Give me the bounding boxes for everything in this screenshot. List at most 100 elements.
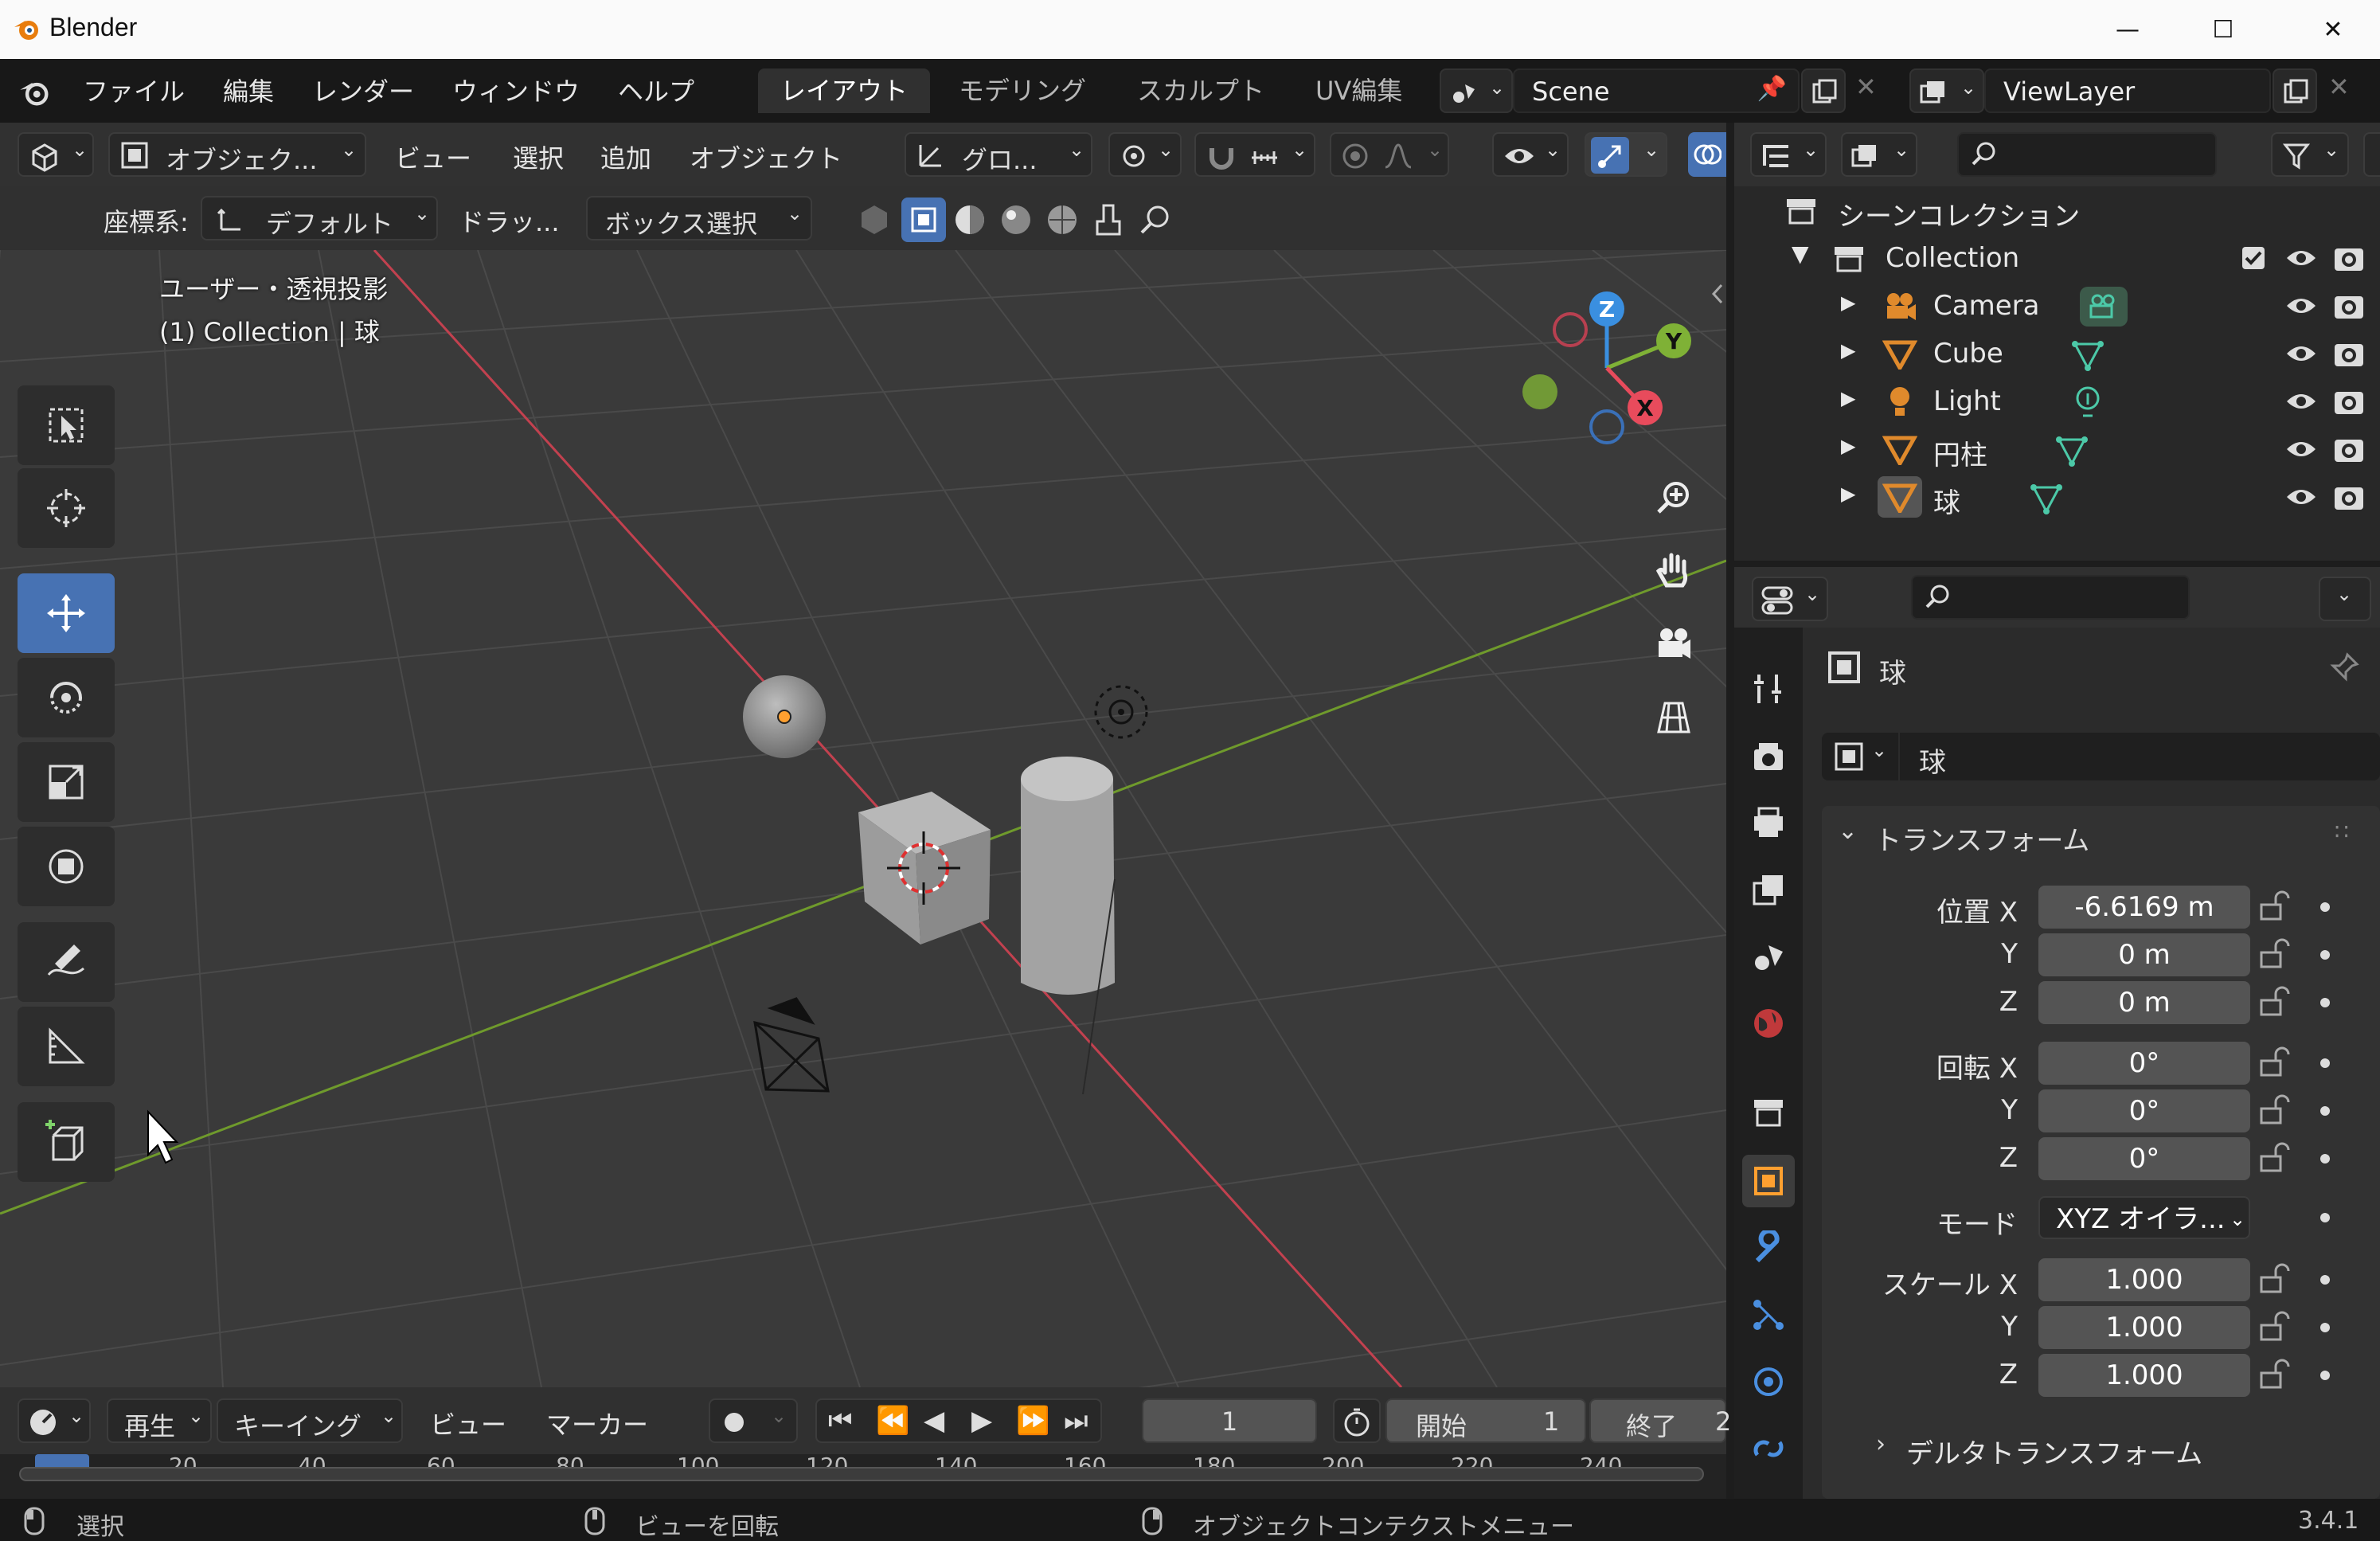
properties-search-input[interactable] — [1911, 575, 2190, 620]
maximize-button[interactable]: ☐ — [2175, 0, 2271, 59]
zoom-button[interactable] — [1640, 463, 1707, 530]
shading-material-icon[interactable] — [999, 202, 1034, 237]
camera-data-badge[interactable] — [2080, 287, 2128, 327]
sidebar-toggle-icon[interactable] — [1710, 282, 1726, 306]
timeline-editor[interactable]: ⌄ 再生 ⌄ キーイング ⌄ ビュー マーカー ⌄ ⏮ ⏪ ◀ ▶ ⏩ ⏭ 1 — [0, 1387, 1731, 1499]
properties-editor-type-button[interactable]: ⌄ — [1752, 577, 1828, 621]
eye-icon[interactable] — [2285, 291, 2317, 320]
ortho-toggle-button[interactable] — [1640, 683, 1707, 750]
pan-button[interactable] — [1640, 537, 1707, 604]
lock-icon[interactable] — [2258, 1094, 2290, 1126]
tab-world[interactable] — [1742, 997, 1795, 1050]
timeline-menu-marker[interactable]: マーカー — [546, 1405, 648, 1441]
outliner[interactable]: ⌄ ⌄ ⌄ シーンコレクション ▼ Collection ▶ Camera ▶ … — [1734, 123, 2380, 561]
minimize-button[interactable]: — — [2080, 0, 2175, 59]
expand-arrow-icon[interactable]: ▶ — [1841, 483, 1855, 505]
keyframe-dot[interactable] — [2320, 1106, 2330, 1116]
menu-window[interactable]: ウィンドウ — [452, 72, 580, 108]
outliner-scene-collection[interactable]: シーンコレクション — [1734, 186, 2380, 234]
gizmo-button[interactable]: ⌄ — [1585, 132, 1667, 177]
outliner-editor-type-button[interactable]: ⌄ — [1750, 132, 1827, 177]
menu-object[interactable]: オブジェクト — [690, 139, 842, 175]
end-frame-field[interactable]: 終了 2 — [1589, 1398, 1731, 1443]
timeline-menu-view[interactable]: ビュー — [430, 1405, 506, 1441]
filter-button[interactable]: ⌄ — [2271, 132, 2349, 177]
tool-measure[interactable] — [18, 1007, 115, 1086]
eye-icon[interactable] — [2285, 483, 2317, 511]
timeline-editor-type-button[interactable]: ⌄ — [18, 1398, 91, 1443]
keyframe-dot[interactable] — [2320, 998, 2330, 1007]
lock-icon[interactable] — [2258, 1359, 2290, 1390]
tab-render[interactable] — [1742, 729, 1795, 782]
timeline-scrollbar[interactable] — [19, 1467, 1704, 1481]
keyframe-dot[interactable] — [2320, 1323, 2330, 1332]
camera-view-button[interactable] — [1640, 610, 1707, 677]
outliner-item-camera[interactable]: ▶ Camera — [1734, 282, 2380, 330]
mesh-data-icon[interactable] — [2072, 339, 2104, 371]
shading-rendered-icon[interactable] — [1045, 202, 1080, 237]
menu-view[interactable]: ビュー — [395, 139, 471, 175]
lock-icon[interactable] — [2258, 890, 2290, 922]
drag-action-selector[interactable]: ボックス選択 ⌄ — [586, 196, 812, 241]
shading-solid-icon[interactable] — [952, 202, 987, 237]
properties-options-button[interactable]: ⌄ — [2319, 577, 2371, 621]
menu-select[interactable]: 選択 — [513, 139, 564, 175]
tool-select-box[interactable] — [18, 385, 115, 465]
pin-icon[interactable]: 📌 — [1757, 75, 1787, 103]
expand-arrow-icon[interactable]: ▼ — [1792, 241, 1809, 267]
menu-edit[interactable]: 編集 — [223, 72, 274, 108]
delete-viewlayer-icon[interactable]: ✕ — [2328, 72, 2350, 102]
tab-tool[interactable] — [1742, 663, 1795, 715]
editor-type-button[interactable]: ⌄ — [18, 132, 94, 177]
lock-icon[interactable] — [2258, 938, 2290, 970]
rotation-x-field[interactable]: 0° — [2038, 1042, 2250, 1085]
scale-y-field[interactable]: 1.000 — [2038, 1306, 2250, 1349]
tab-uv-editing[interactable]: UV編集 — [1293, 68, 1424, 113]
eye-icon[interactable] — [2285, 339, 2317, 368]
tab-layout[interactable]: レイアウト — [758, 68, 931, 113]
snap-button[interactable]: ⌄ — [1194, 132, 1315, 177]
lock-icon[interactable] — [2258, 1046, 2290, 1078]
eye-icon[interactable] — [2285, 387, 2317, 416]
lock-icon[interactable] — [2258, 1311, 2290, 1343]
render-camera-icon[interactable] — [2333, 290, 2365, 322]
visibility-button[interactable]: ⌄ — [1492, 132, 1569, 177]
tab-output[interactable] — [1742, 796, 1795, 849]
3d-viewport[interactable]: ⌄ オブジェク... ⌄ ビュー 選択 追加 オブジェクト グロ... ⌄ ⌄ … — [0, 123, 1726, 1387]
rotation-mode-selector[interactable]: XYZ オイラ... ⌄ — [2038, 1196, 2250, 1239]
expand-arrow-icon[interactable]: ▶ — [1841, 291, 1855, 314]
outliner-item-light[interactable]: ▶ Light — [1734, 377, 2380, 425]
render-camera-icon[interactable] — [2333, 433, 2365, 465]
rotation-z-field[interactable]: 0° — [2038, 1137, 2250, 1180]
lock-icon[interactable] — [2258, 986, 2290, 1018]
paint-icon[interactable] — [1091, 202, 1126, 237]
overlays-button[interactable] — [1688, 132, 1726, 177]
tab-constraints[interactable] — [1742, 1422, 1795, 1475]
tab-object[interactable] — [1742, 1155, 1795, 1207]
new-viewlayer-button[interactable] — [2273, 68, 2317, 113]
tool-cursor[interactable] — [18, 468, 115, 548]
mesh-data-icon[interactable] — [2056, 435, 2088, 467]
outliner-search-input[interactable] — [1957, 132, 2217, 177]
tool-transform[interactable] — [18, 827, 115, 906]
outliner-item-cylinder[interactable]: ▶ 円柱 — [1734, 425, 2380, 473]
keyframe-dot[interactable] — [2320, 1058, 2330, 1068]
render-camera-icon[interactable] — [2333, 385, 2365, 417]
lock-icon[interactable] — [2258, 1142, 2290, 1174]
render-camera-icon[interactable] — [2333, 481, 2365, 513]
tab-modifiers[interactable] — [1742, 1222, 1795, 1274]
viewlayer-name-field[interactable]: ViewLayer — [1984, 68, 2271, 113]
navigation-gizmo[interactable]: Z Y X — [1505, 282, 1696, 457]
close-button[interactable]: ✕ — [2285, 0, 2380, 59]
object-name-field[interactable]: 球 — [1900, 733, 2380, 780]
transform-orientation-selector[interactable]: グロ... ⌄ — [905, 132, 1092, 177]
outliner-collection[interactable]: ▼ Collection — [1734, 234, 2380, 282]
outliner-item-cube[interactable]: ▶ Cube — [1734, 330, 2380, 377]
delta-transform-panel-title[interactable]: デルタトランスフォーム — [1906, 1432, 2202, 1471]
panel-collapse-icon[interactable]: ⌄ — [1838, 817, 1858, 845]
keyframe-dot[interactable] — [2320, 1371, 2330, 1380]
new-scene-button[interactable] — [1801, 68, 1846, 113]
tab-particles[interactable] — [1742, 1289, 1795, 1341]
drag-handle-icon[interactable]: ∷ — [2335, 819, 2349, 845]
render-camera-icon[interactable] — [2333, 242, 2365, 274]
